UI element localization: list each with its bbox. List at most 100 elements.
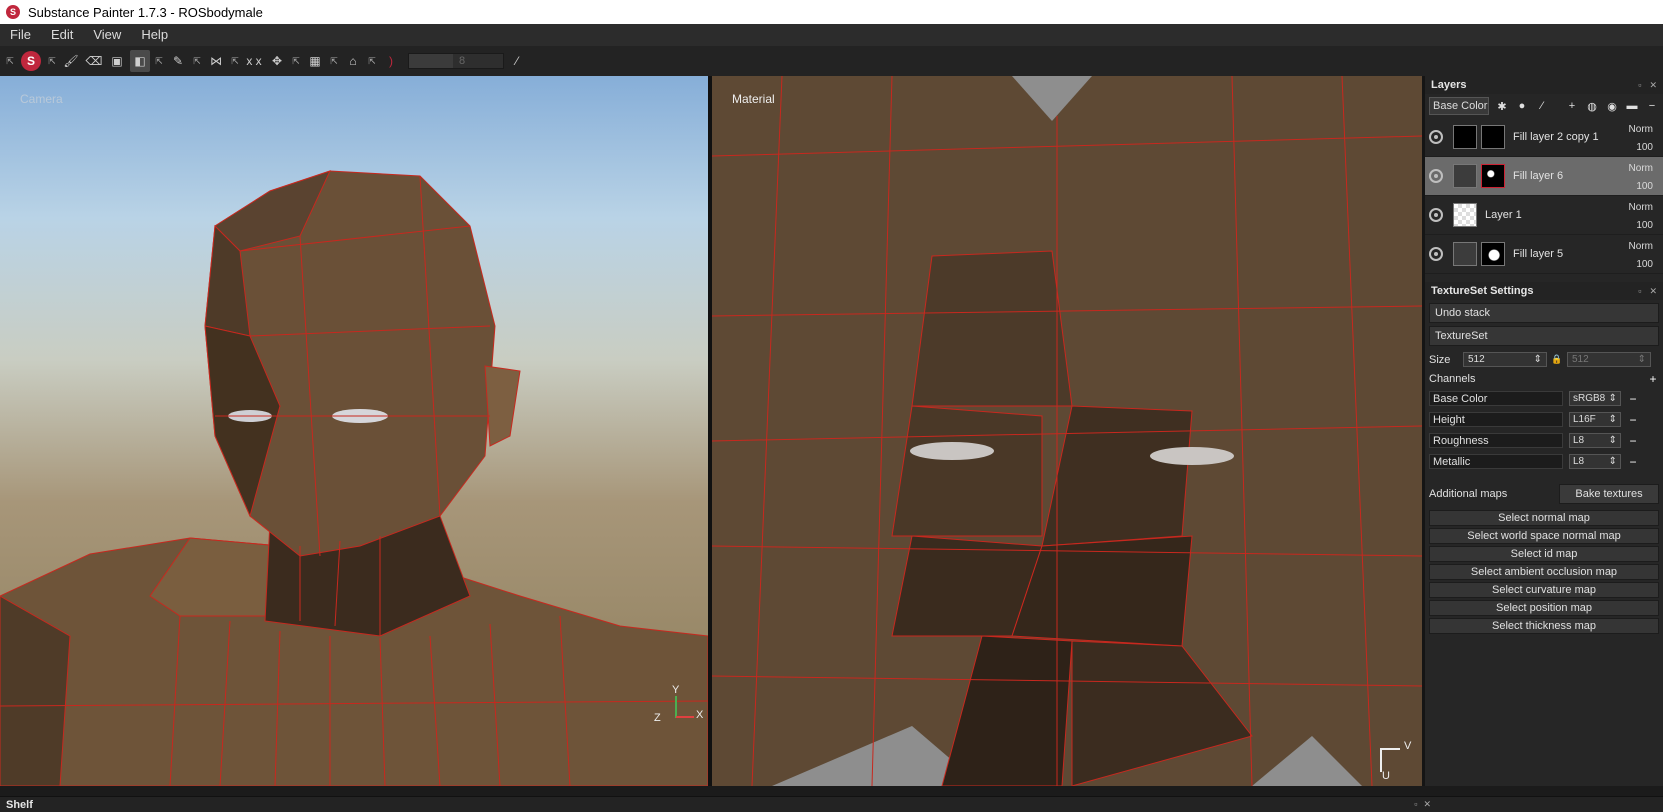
- viewport-2d[interactable]: Material V U: [712, 76, 1422, 786]
- paint-brush-icon[interactable]: 🖌: [61, 50, 81, 72]
- remove-channel-icon[interactable]: −: [1627, 434, 1639, 448]
- menu-help[interactable]: Help: [131, 24, 178, 46]
- popout-icon[interactable]: ⇱: [366, 50, 378, 72]
- viewport-bottom-gap: [0, 786, 1422, 796]
- camera-mode-icon[interactable]: ): [381, 50, 401, 72]
- add-folder-icon[interactable]: ▬: [1625, 99, 1639, 113]
- pen-pressure-icon[interactable]: ⁄: [507, 50, 527, 72]
- select-position-map-button[interactable]: Select position map: [1429, 600, 1659, 616]
- remove-channel-icon[interactable]: −: [1627, 413, 1639, 427]
- window-titlebar: S Substance Painter 1.7.3 - ROSbodymale: [0, 0, 1663, 24]
- close-panel-icon[interactable]: ✕: [1649, 80, 1657, 91]
- layer-row[interactable]: Fill layer 6 Norm 100: [1425, 157, 1663, 196]
- popout-icon[interactable]: ⇱: [191, 50, 203, 72]
- size-spinbox-secondary[interactable]: 512 ⇕: [1567, 352, 1651, 367]
- popout-icon[interactable]: ⇱: [4, 50, 16, 72]
- substance-logo-button[interactable]: S: [19, 50, 43, 72]
- add-effect-icon[interactable]: ✱: [1495, 99, 1509, 113]
- popout-icon[interactable]: ⇱: [328, 50, 340, 72]
- viewport-3d[interactable]: Camera Y X Z: [0, 76, 708, 786]
- select-normal-map-button[interactable]: Select normal map: [1429, 510, 1659, 526]
- symmetry-axis-icon[interactable]: x x: [244, 50, 264, 72]
- channel-row: Base Color sRGB8 ⇕ −: [1425, 388, 1663, 409]
- add-fill-layer-icon[interactable]: ◍: [1585, 99, 1599, 113]
- polygon-fill-icon[interactable]: ◧: [130, 50, 150, 72]
- layer-mask-thumbnail[interactable]: [1481, 242, 1505, 266]
- channel-format-select[interactable]: sRGB8 ⇕: [1569, 391, 1621, 406]
- visibility-eye-icon[interactable]: [1429, 247, 1443, 261]
- bake-textures-button[interactable]: Bake textures: [1559, 484, 1659, 504]
- axis-gizmo: Y X Z: [654, 684, 704, 724]
- channel-name: Metallic: [1429, 454, 1563, 469]
- layer-row[interactable]: Fill layer 5 Norm 100: [1425, 235, 1663, 274]
- uv-texture-render: [712, 76, 1422, 786]
- textureset-button[interactable]: TextureSet: [1429, 326, 1659, 346]
- viewport-3d-label: Camera: [20, 92, 63, 106]
- channel-row: Height L16F ⇕ −: [1425, 409, 1663, 430]
- add-mask-icon[interactable]: ●: [1515, 99, 1529, 113]
- channel-format-select[interactable]: L16F ⇕: [1569, 412, 1621, 427]
- viewport-2d-label: Material: [732, 92, 775, 106]
- remove-channel-icon[interactable]: −: [1627, 392, 1639, 406]
- layer-row[interactable]: Fill layer 2 copy 1 Norm 100: [1425, 118, 1663, 157]
- channel-format-select[interactable]: L8 ⇕: [1569, 433, 1621, 448]
- visibility-eye-icon[interactable]: [1429, 208, 1443, 222]
- menu-file[interactable]: File: [0, 24, 41, 46]
- move-icon[interactable]: ✥: [267, 50, 287, 72]
- channels-header: Channels +: [1425, 370, 1663, 388]
- lock-icon[interactable]: 🔒: [1551, 354, 1563, 366]
- close-panel-icon[interactable]: ✕: [1649, 286, 1657, 297]
- add-layer-icon[interactable]: +: [1565, 99, 1579, 113]
- size-label: Size: [1429, 353, 1451, 366]
- layer-mask-thumbnail[interactable]: [1481, 125, 1505, 149]
- popout-icon[interactable]: ⇱: [153, 50, 165, 72]
- channel-name: Roughness: [1429, 433, 1563, 448]
- remove-channel-icon[interactable]: −: [1627, 455, 1639, 469]
- uv-axis-gizmo: V U: [1380, 740, 1412, 782]
- add-smart-material-icon[interactable]: ◉: [1605, 99, 1619, 113]
- shelf-icon[interactable]: ⌂: [343, 50, 363, 72]
- select-world-space-normal-map-button[interactable]: Select world space normal map: [1429, 528, 1659, 544]
- select-thickness-map-button[interactable]: Select thickness map: [1429, 618, 1659, 634]
- layer-blend-opacity[interactable]: Norm 100: [1629, 160, 1653, 196]
- menu-view[interactable]: View: [83, 24, 131, 46]
- color-picker-icon[interactable]: ✎: [168, 50, 188, 72]
- delete-layer-icon[interactable]: −: [1645, 99, 1659, 113]
- channel-select[interactable]: Base Color: [1429, 97, 1489, 115]
- edit-icon[interactable]: ⁄: [1535, 99, 1549, 113]
- shelf-title: Shelf: [6, 798, 33, 811]
- select-id-map-button[interactable]: Select id map: [1429, 546, 1659, 562]
- 3d-model-render: [0, 170, 708, 786]
- channel-row: Roughness L8 ⇕ −: [1425, 430, 1663, 451]
- eraser-icon[interactable]: ⌫: [84, 50, 104, 72]
- add-channel-icon[interactable]: +: [1647, 372, 1659, 386]
- layers-toolbar: Base Color ✱ ● ⁄ + ◍ ◉ ▬ −: [1425, 94, 1663, 118]
- visibility-eye-icon[interactable]: [1429, 130, 1443, 144]
- layer-blend-opacity[interactable]: Norm 100: [1629, 199, 1653, 235]
- right-dock-panel: Layers ▫ ✕ Base Color ✱ ● ⁄ + ◍ ◉ ▬ − Fil…: [1422, 76, 1663, 786]
- menu-edit[interactable]: Edit: [41, 24, 83, 46]
- close-panel-icon[interactable]: ✕: [1423, 799, 1437, 809]
- symmetry-icon[interactable]: ⋈: [206, 50, 226, 72]
- popout-icon[interactable]: ⇱: [290, 50, 302, 72]
- popout-icon[interactable]: ⇱: [46, 50, 58, 72]
- layer-blend-opacity[interactable]: Norm 100: [1629, 238, 1653, 274]
- channel-row: Metallic L8 ⇕ −: [1425, 451, 1663, 472]
- display-settings-icon[interactable]: ▦: [305, 50, 325, 72]
- popout-icon[interactable]: ⇱: [229, 50, 241, 72]
- layer-row[interactable]: Layer 1 Norm 100: [1425, 196, 1663, 235]
- size-spinbox[interactable]: 512 ⇕: [1463, 352, 1547, 367]
- layer-blend-opacity[interactable]: Norm 100: [1629, 121, 1653, 157]
- float-panel-icon[interactable]: ▫: [1638, 286, 1641, 297]
- undo-stack-button[interactable]: Undo stack: [1429, 303, 1659, 323]
- textureset-panel-header: TextureSet Settings ▫ ✕: [1425, 282, 1663, 300]
- brush-size-slider[interactable]: 8: [408, 53, 504, 69]
- projection-icon[interactable]: ▣: [107, 50, 127, 72]
- float-panel-icon[interactable]: ▫: [1638, 80, 1641, 91]
- select-ambient-occlusion-map-button[interactable]: Select ambient occlusion map: [1429, 564, 1659, 580]
- layer-mask-thumbnail[interactable]: [1481, 164, 1505, 188]
- channel-format-select[interactable]: L8 ⇕: [1569, 454, 1621, 469]
- channel-name: Base Color: [1429, 391, 1563, 406]
- visibility-eye-icon[interactable]: [1429, 169, 1443, 183]
- select-curvature-map-button[interactable]: Select curvature map: [1429, 582, 1659, 598]
